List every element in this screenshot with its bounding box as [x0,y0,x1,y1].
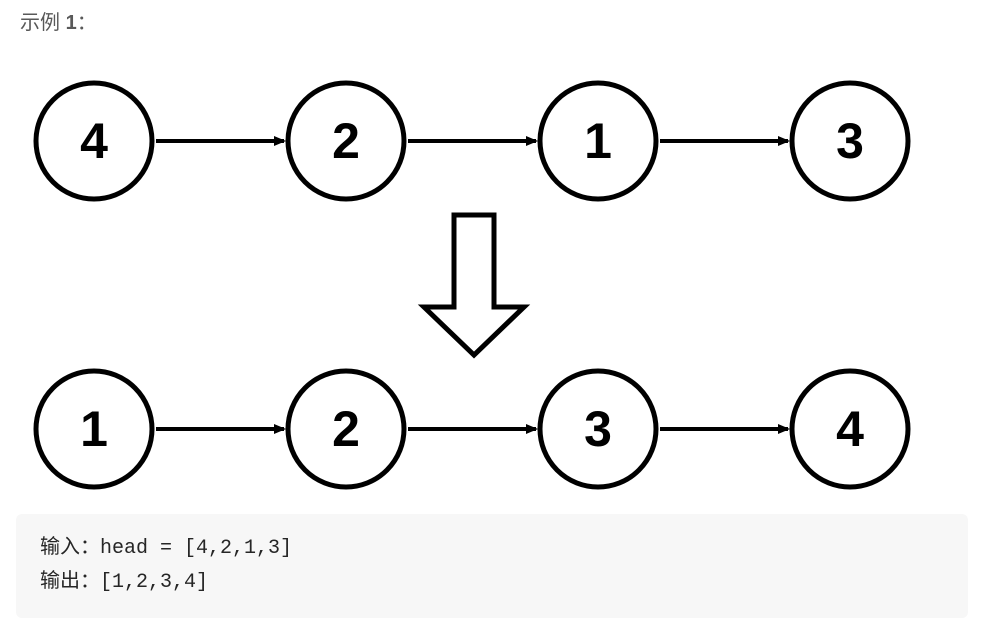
output-value: [1,2,3,4] [100,571,208,594]
node: 2 [288,371,404,487]
node: 3 [792,83,908,199]
node: 2 [288,83,404,199]
node-value: 1 [80,401,108,457]
transform-arrow-icon [424,215,524,355]
node: 4 [36,83,152,199]
output-label: 输出： [40,571,100,594]
input-value: head = [4,2,1,3] [100,537,292,560]
node-value: 4 [80,113,108,169]
node-value: 3 [836,113,864,169]
node-value: 2 [332,401,360,457]
node: 1 [36,371,152,487]
node: 1 [540,83,656,199]
input-list-row: 4 2 1 3 [36,83,908,199]
linked-list-diagram: 4 2 1 3 1 [16,55,968,491]
node-value: 2 [332,113,360,169]
node-value: 4 [836,401,864,457]
example-title: 示例 1： [16,0,968,55]
node: 3 [540,371,656,487]
input-label: 输入： [40,537,100,560]
example-code-block: 输入：head = [4,2,1,3] 输出：[1,2,3,4] [16,514,968,618]
node-value: 1 [584,113,612,169]
output-list-row: 1 2 3 4 [36,371,908,487]
node: 4 [792,371,908,487]
node-value: 3 [584,401,612,457]
